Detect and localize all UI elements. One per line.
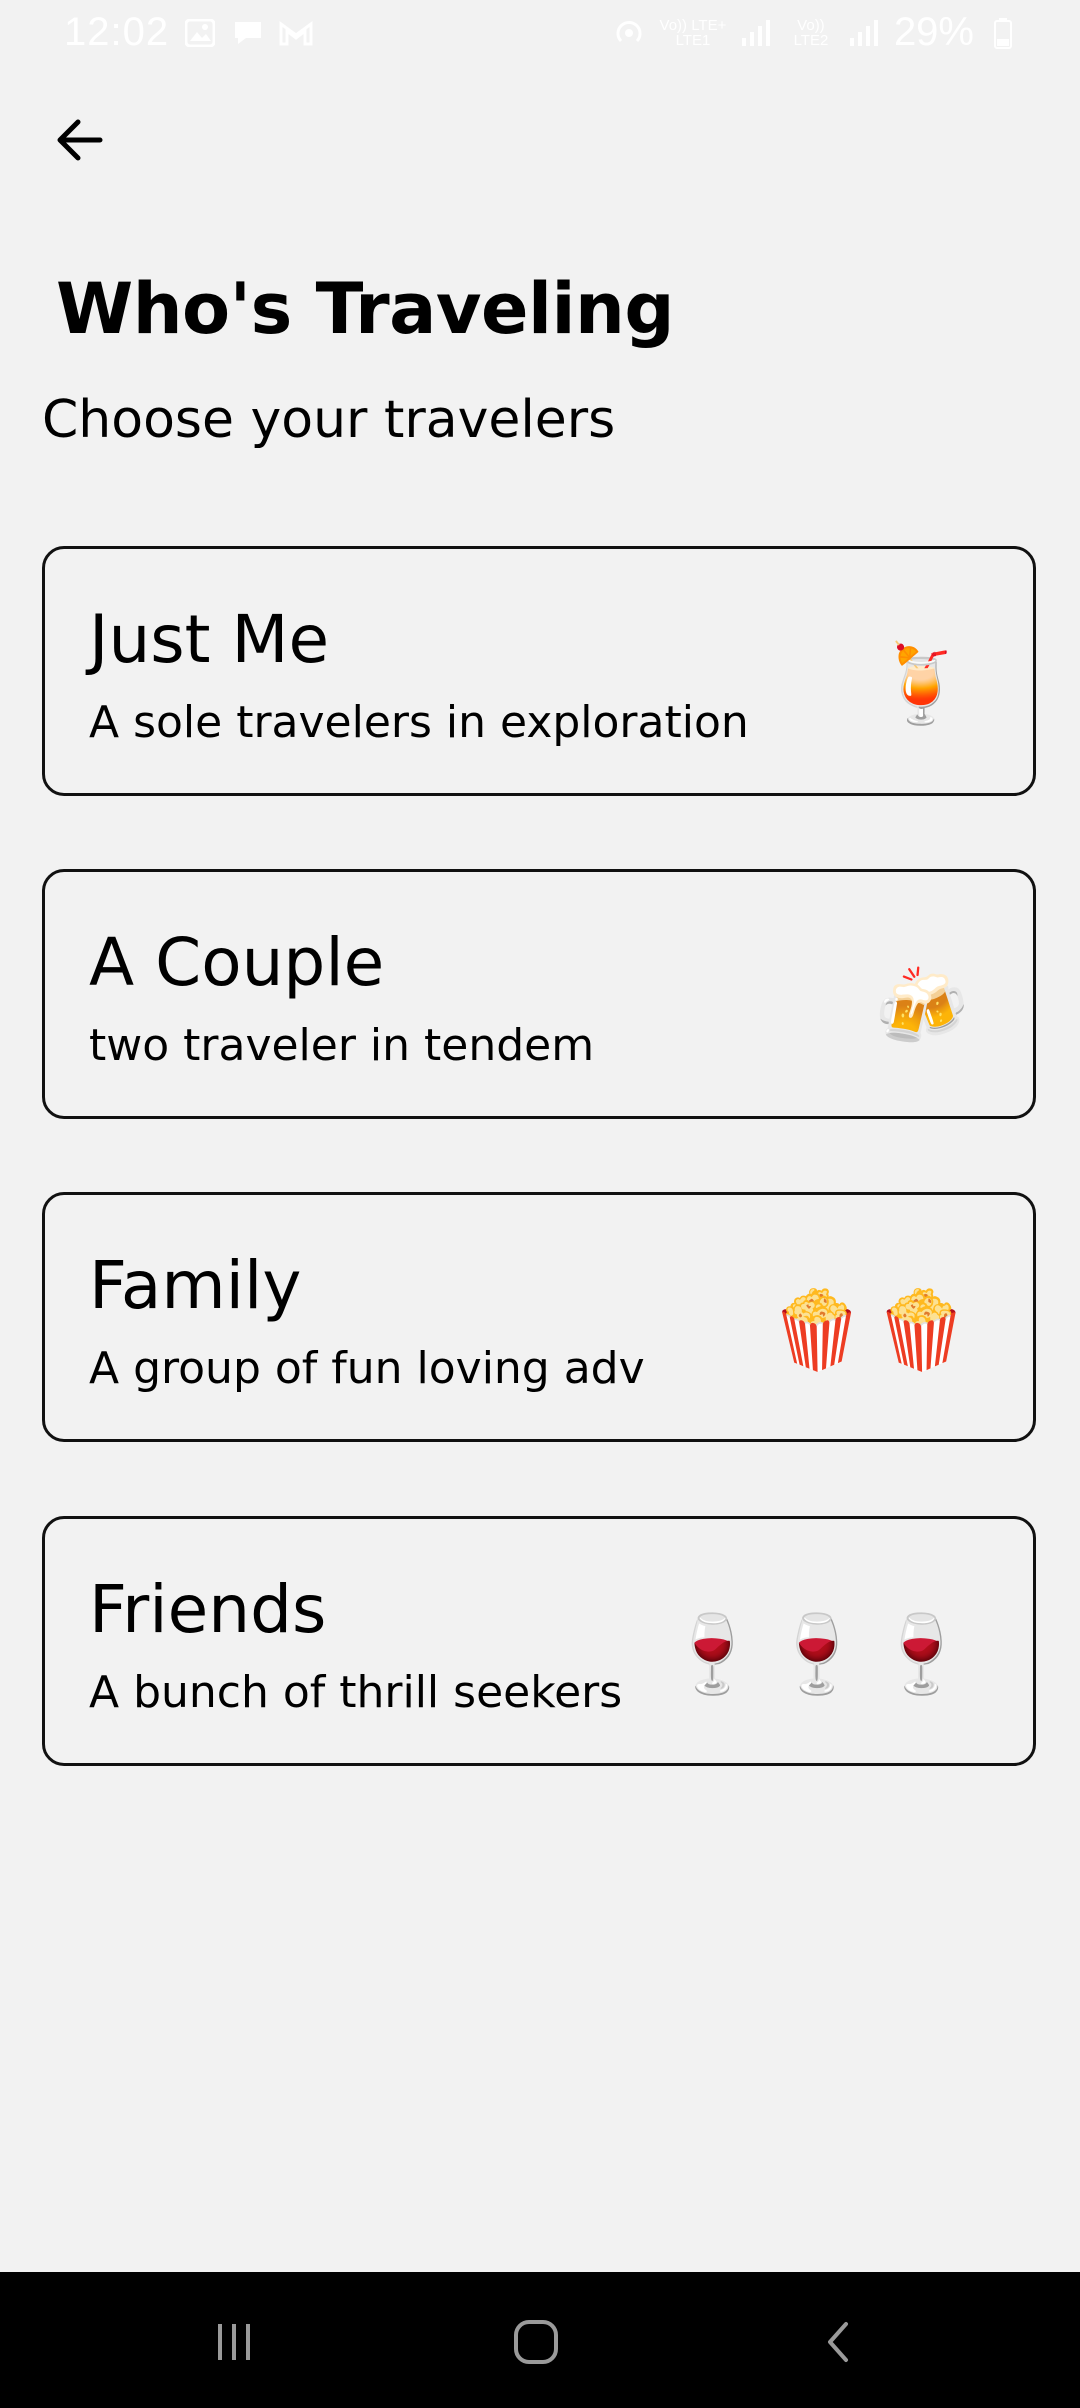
beer-mugs-icon: 🍻 (874, 962, 979, 1051)
home-button[interactable] (496, 2302, 576, 2382)
system-back-button[interactable] (798, 2302, 878, 2382)
status-time: 12:02 (64, 10, 170, 54)
option-title: Family (89, 1247, 302, 1324)
option-title: A Couple (89, 924, 385, 1001)
navigation-bar (0, 2272, 1080, 2408)
status-left: 12:02 (64, 10, 313, 55)
option-description: A sole travelers in exploration (89, 697, 749, 748)
battery-icon (986, 17, 1020, 49)
chat-icon (231, 17, 265, 49)
recents-icon (218, 2324, 250, 2360)
option-description: A bunch of thrill seekers (89, 1667, 623, 1718)
page-subtitle: Choose your travelers (42, 390, 616, 450)
back-button[interactable] (40, 100, 120, 180)
arrow-left-icon (57, 119, 103, 161)
recents-button[interactable] (194, 2302, 274, 2382)
option-card-family[interactable]: Family A group of fun loving adv 🍿🍿 (42, 1192, 1036, 1442)
signal-icon (740, 17, 774, 49)
wine-glass-icon: 🍷🍷🍷 (665, 1609, 979, 1698)
home-icon (514, 2320, 558, 2364)
option-card-just-me[interactable]: Just Me A sole travelers in exploration … (42, 546, 1036, 796)
gallery-icon (183, 17, 217, 49)
status-bar: 12:02 Vo)) LTE+ LTE1 Vo)) LTE2 29% (0, 0, 1080, 72)
lte1-label: Vo)) LTE+ LTE1 (659, 16, 727, 49)
hotspot-icon (612, 17, 646, 49)
page-title: Who's Traveling (56, 268, 674, 350)
battery-percent: 29% (893, 10, 974, 54)
back-icon (828, 2322, 848, 2362)
option-title: Just Me (89, 601, 330, 678)
lte2-label: Vo)) LTE2 (793, 16, 829, 49)
option-card-friends[interactable]: Friends A bunch of thrill seekers 🍷🍷🍷 (42, 1516, 1036, 1766)
gmail-icon (279, 17, 313, 49)
popcorn-icon: 🍿🍿 (769, 1285, 979, 1374)
option-description: A group of fun loving adv (89, 1343, 645, 1394)
status-right: Vo)) LTE+ LTE1 Vo)) LTE2 29% (612, 10, 1020, 55)
signal-icon-2 (848, 17, 882, 49)
option-title: Friends (89, 1571, 327, 1648)
option-description: two traveler in tendem (89, 1020, 595, 1071)
tropical-drink-icon: 🍹 (874, 639, 979, 728)
option-card-couple[interactable]: A Couple two traveler in tendem 🍻 (42, 869, 1036, 1119)
